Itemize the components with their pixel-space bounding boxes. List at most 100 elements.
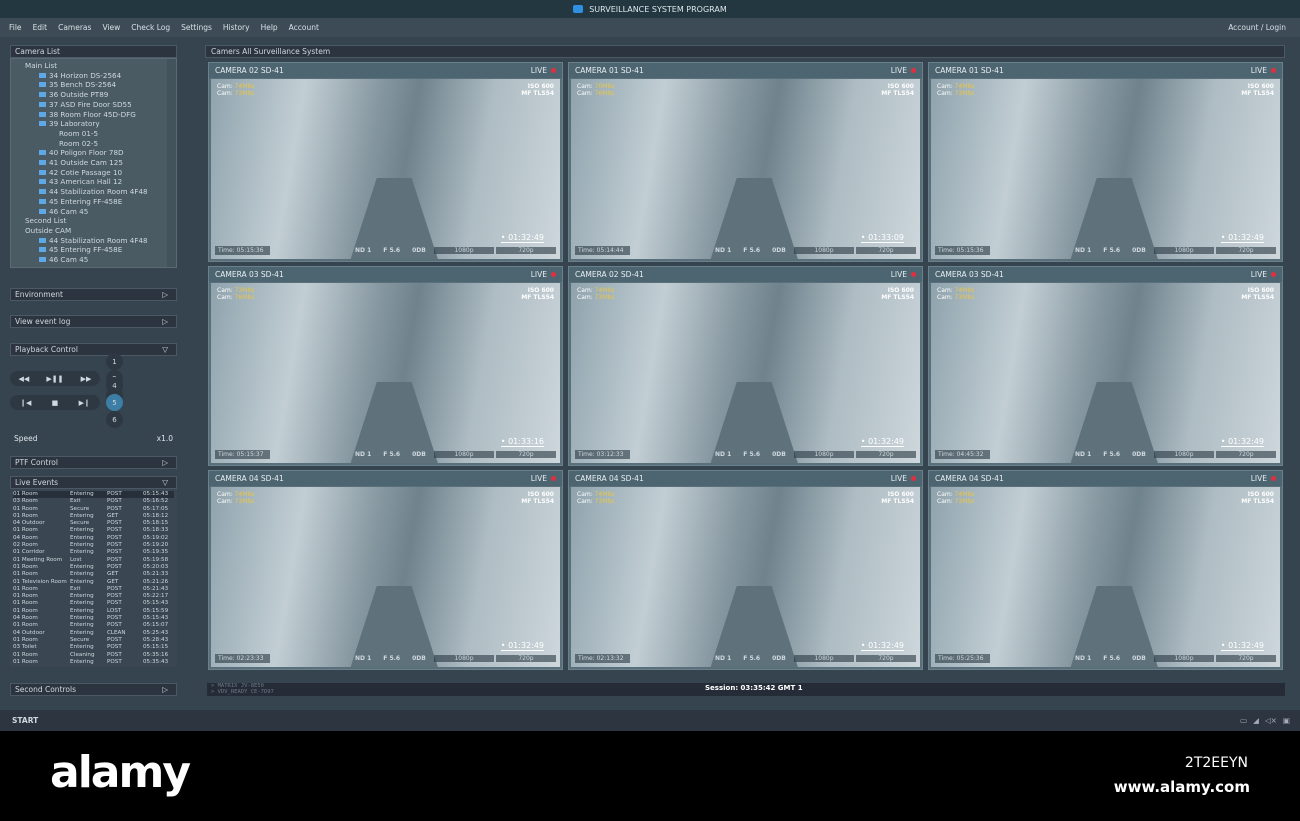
res-720-button[interactable]: 720p [1216,450,1276,458]
playback-channel-1[interactable]: 1 [106,353,123,370]
res-1080-button[interactable]: 1080p [794,450,854,458]
camera-tile[interactable]: CAMERA 02 SD-41 LIVE Cam: 74Mbs Cam: 73Mbs… [208,62,563,262]
res-1080-button[interactable]: 1080p [1154,450,1214,458]
event-row[interactable]: 03 Toilet Entering POST 05:15:15 [13,644,174,651]
menu-item-file[interactable]: File [9,23,22,32]
tree-camera-item[interactable]: 35 Bench DS-2564 [25,80,176,90]
event-row[interactable]: 01 Meeting Room Lost POST 05:19:58 [13,557,174,564]
event-row[interactable]: 01 Television Room Entering GET 05:21:26 [13,579,174,586]
camera-feed[interactable] [931,487,1280,667]
camera-tile[interactable]: CAMERA 02 SD-41 LIVE Cam: 74Mbs Cam: 73Mbs… [568,266,923,466]
tree-scrollbar[interactable] [167,59,176,267]
res-720-button[interactable]: 720p [1216,654,1276,662]
menu-item-account[interactable]: Account [289,23,319,32]
res-1080-button[interactable]: 1080p [434,654,494,662]
res-1080-button[interactable]: 1080p [794,654,854,662]
tree-camera-item[interactable]: 45 Entering FF-458E [25,245,176,255]
playback-channel-5[interactable]: 5 [106,394,123,411]
tree-camera-item[interactable]: 38 Room Floor 45D-DFG [25,110,176,120]
tree-camera-item[interactable]: 43 American Hall 12 [25,177,176,187]
stop-icon[interactable]: ■ [52,399,59,407]
live-events-panel[interactable]: Live Events ▽ [10,476,177,489]
tree-camera-item[interactable]: Room 01-5 [25,129,176,139]
account-login-link[interactable]: Account / Login [1228,23,1286,32]
tree-camera-item[interactable]: Room 02-5 [25,139,176,149]
tree-camera-item[interactable]: 45 Entering FF-458E [25,197,176,207]
camera-feed[interactable] [571,487,920,667]
camera-tile[interactable]: CAMERA 04 SD-41 LIVE Cam: 74Mbs Cam: 73Mbs… [568,470,923,670]
tree-group[interactable]: Second List [25,216,176,226]
menu-item-view[interactable]: View [102,23,120,32]
camera-feed[interactable] [931,79,1280,259]
camera-tile[interactable]: CAMERA 03 SD-41 LIVE Cam: 73Mbs Cam: 76Mbs… [208,266,563,466]
event-row[interactable]: 01 Room Cleaning POST 05:35:16 [13,652,174,659]
playback-control-panel[interactable]: Playback Control ▽ [10,343,177,356]
ptf-control-panel[interactable]: PTF Control ▷ [10,456,177,469]
res-720-button[interactable]: 720p [496,246,556,254]
event-row[interactable]: 01 Room Secure POST 05:28:43 [13,637,174,644]
event-row[interactable]: 01 Room Entering POST 05:15:43 [13,491,174,499]
res-1080-button[interactable]: 1080p [794,246,854,254]
menu-item-check-log[interactable]: Check Log [131,23,170,32]
environment-panel[interactable]: Environment ▷ [10,288,177,301]
fast-forward-icon[interactable]: ▶▶ [81,375,92,383]
tree-camera-item[interactable]: 41 Outside Cam 125 [25,158,176,168]
event-row[interactable]: 01 Room Entering POST 05:20:03 [13,564,174,571]
res-1080-button[interactable]: 1080p [434,246,494,254]
camera-feed[interactable] [931,283,1280,463]
tree-camera-item[interactable]: 42 Cotie Passage 10 [25,168,176,178]
event-row[interactable]: 04 Room Entering POST 05:19:02 [13,535,174,542]
camera-feed[interactable] [211,487,560,667]
event-row[interactable]: 01 Room Secure POST 05:17:05 [13,506,174,513]
res-720-button[interactable]: 720p [856,450,916,458]
event-row[interactable]: 01 Room Entering POST 05:18:33 [13,527,174,534]
event-row[interactable]: 01 Room Entering POST 05:15:43 [13,600,174,607]
event-row[interactable]: 04 Room Entering POST 05:15:43 [13,615,174,622]
playback-channel-6[interactable]: 6 [106,411,123,428]
rewind-icon[interactable]: ◀◀ [19,375,30,383]
signal-icon[interactable]: ◢ [1253,710,1259,731]
event-log-panel[interactable]: View event log ▷ [10,315,177,328]
tree-camera-item[interactable]: 46 Cam 45 [25,207,176,217]
start-button[interactable]: START [12,716,38,725]
tree-camera-item[interactable]: 36 Outside PT89 [25,90,176,100]
playback-channel-4[interactable]: 4 [106,377,123,394]
menu-item-cameras[interactable]: Cameras [58,23,91,32]
event-row[interactable]: 01 Room Exit POST 05:21:43 [13,586,174,593]
res-720-button[interactable]: 720p [856,654,916,662]
tree-camera-item[interactable]: 34 Horizon DS-2564 [25,71,176,81]
camera-tile[interactable]: CAMERA 04 SD-41 LIVE Cam: 74Mbs Cam: 73Mbs… [208,470,563,670]
skip-forward-icon[interactable]: ▶❙ [79,399,90,407]
tree-camera-item[interactable]: 44 Stabilization Room 4F48 [25,187,176,197]
res-720-button[interactable]: 720p [856,246,916,254]
camera-tile[interactable]: CAMERA 04 SD-41 LIVE Cam: 74Mbs Cam: 73Mbs… [928,470,1283,670]
event-row[interactable]: 01 Room Entering POST 05:22:17 [13,593,174,600]
tree-camera-item[interactable]: 39 Laboratory [25,119,176,129]
event-row[interactable]: 01 Corridor Entering POST 05:19:35 [13,549,174,556]
camera-tile[interactable]: CAMERA 01 SD-41 LIVE Cam: 74Mbs Cam: 73Mbs… [928,62,1283,262]
camera-tile[interactable]: CAMERA 03 SD-41 LIVE Cam: 74Mbs Cam: 73Mbs… [928,266,1283,466]
event-row[interactable]: 01 Room Entering POST 05:35:43 [13,659,174,666]
camera-feed[interactable] [211,79,560,259]
menu-item-settings[interactable]: Settings [181,23,212,32]
tree-group[interactable]: Main List [25,61,176,71]
res-1080-button[interactable]: 1080p [434,450,494,458]
event-row[interactable]: 02 Room Entering POST 05:19:20 [13,542,174,549]
event-row[interactable]: 01 Room Entering GET 05:21:33 [13,571,174,578]
tree-camera-item[interactable]: 44 Stabilization Room 4F48 [25,236,176,246]
play-pause-icon[interactable]: ▶❚❚ [46,375,63,383]
event-row[interactable]: 04 Outdoor Entering CLEAN 05:25:43 [13,630,174,637]
tree-group[interactable]: Outside CAM [25,226,176,236]
event-row[interactable]: 01 Room Entering LOST 05:15:59 [13,608,174,615]
camera-feed[interactable] [571,79,920,259]
res-720-button[interactable]: 720p [496,450,556,458]
volume-icon[interactable]: ◁× [1265,710,1277,731]
event-row[interactable]: 01 Room Entering GET 05:18:12 [13,513,174,520]
event-row[interactable]: 03 Room Exit POST 05:16:52 [13,498,174,505]
network-icon[interactable]: ▭ [1240,710,1247,731]
menu-item-history[interactable]: History [223,23,250,32]
tree-camera-item[interactable]: 37 ASD Fire Door SD55 [25,100,176,110]
res-1080-button[interactable]: 1080p [1154,246,1214,254]
camera-tile[interactable]: CAMERA 01 SD-41 LIVE Cam: 70Mbs Cam: 76Mbs… [568,62,923,262]
menu-item-help[interactable]: Help [261,23,278,32]
